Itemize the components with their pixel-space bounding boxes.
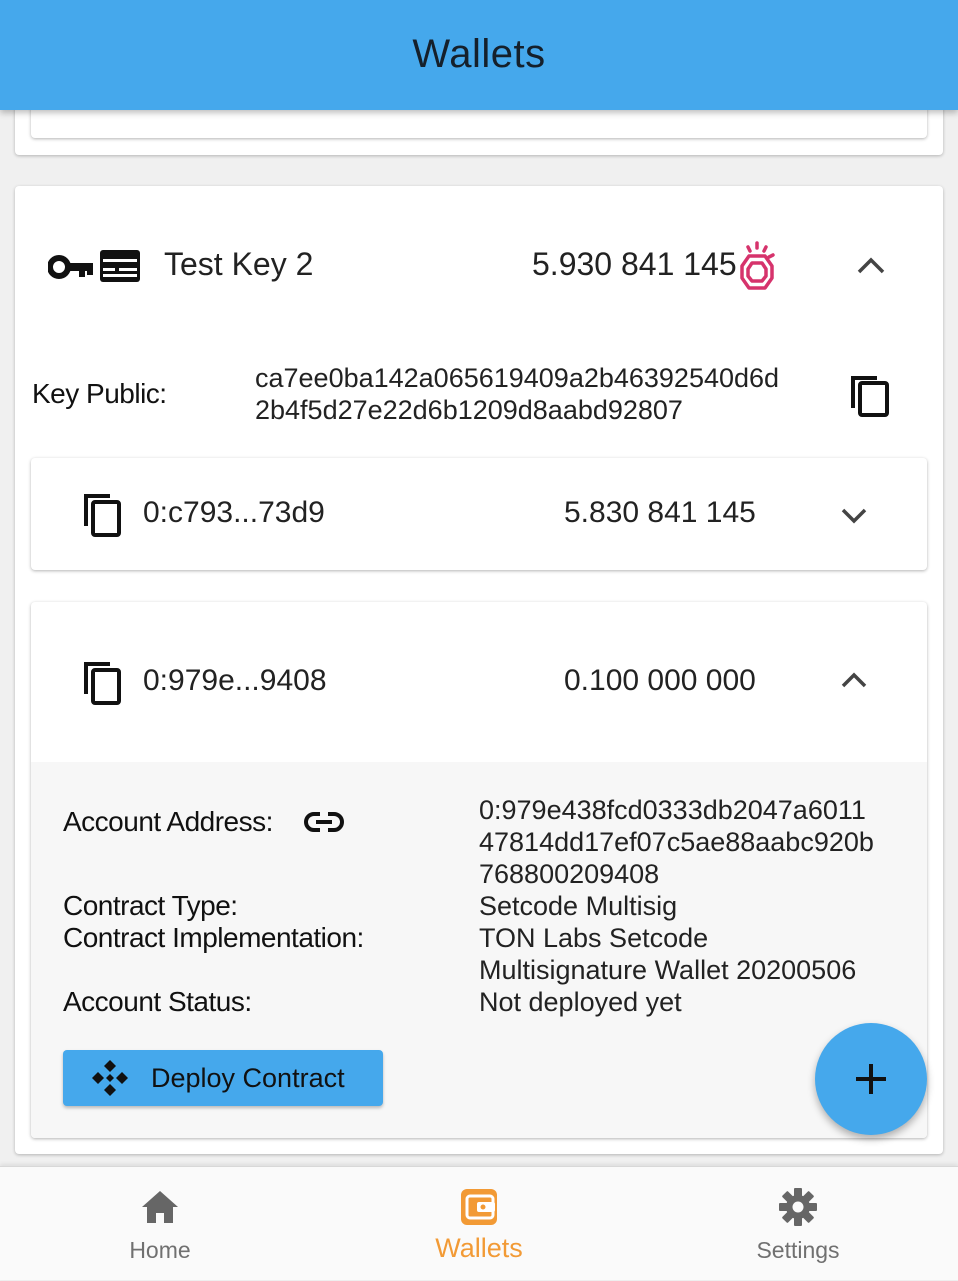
- nav-wallets-label: Wallets: [435, 1233, 523, 1263]
- account-address-line-1: 0:979e438fcd0333db2047a6011: [479, 795, 866, 825]
- deploy-contract-button[interactable]: Deploy Contract: [63, 1050, 383, 1106]
- gem-icon: [740, 241, 775, 290]
- account-address-line-3: 768800209408: [479, 859, 660, 889]
- chevron-up-icon[interactable]: [839, 670, 869, 692]
- copy-icon[interactable]: [81, 658, 123, 706]
- account-address-short: 0:979e...9408: [143, 664, 327, 697]
- copy-icon[interactable]: [847, 370, 891, 418]
- wallet-icon: [461, 1189, 497, 1225]
- nav-settings-label: Settings: [756, 1237, 840, 1263]
- contract-implementation-value: TON Labs Setcode Multisignature Wallet 2…: [479, 922, 856, 986]
- add-button[interactable]: [815, 1023, 927, 1135]
- app-bar: Wallets: [0, 0, 958, 110]
- account-balance: 0.100 000 000: [564, 664, 756, 697]
- contract-implementation-line-2: Multisignature Wallet 20200506: [479, 955, 857, 985]
- key-balance: 5.930 841 145: [532, 246, 737, 282]
- public-key-line-2: 2b4f5d27e22d6b1209d8aabd92807: [255, 395, 683, 425]
- account-row[interactable]: 0:c793...73d9 5.830 841 145: [31, 458, 927, 570]
- nav-wallets[interactable]: Wallets: [319, 1167, 639, 1281]
- bottom-navigation: Home Wallets Settings: [0, 1166, 958, 1280]
- account-details: Account Address: 0:979e438fcd0333db2047a…: [31, 762, 927, 1138]
- nav-home[interactable]: Home: [0, 1167, 320, 1281]
- contract-type-value: Setcode Multisig: [479, 891, 678, 921]
- account-balance: 5.830 841 145: [564, 496, 756, 529]
- page-title: Wallets: [412, 31, 546, 76]
- account-address-short: 0:c793...73d9: [143, 496, 325, 529]
- copy-icon[interactable]: [81, 490, 123, 538]
- key-icon: [48, 255, 93, 279]
- public-key-value: ca7ee0ba142a065619409a2b46392540d6d 2b4f…: [255, 362, 825, 426]
- public-key-label: Key Public:: [32, 378, 167, 409]
- key-name: Test Key 2: [164, 246, 314, 282]
- home-icon: [142, 1191, 178, 1223]
- link-icon[interactable]: [303, 808, 345, 836]
- deploy-contract-label: Deploy Contract: [151, 1063, 345, 1093]
- key-card: Test Key 2 5.930 841 145 Key Public: ca7…: [15, 186, 943, 1154]
- chevron-up-icon[interactable]: [853, 252, 889, 278]
- contract-implementation-label: Contract Implementation:: [63, 922, 364, 953]
- account-address-label: Account Address:: [63, 806, 273, 837]
- account-status-value: Not deployed yet: [479, 987, 682, 1017]
- nav-settings[interactable]: Settings: [638, 1167, 958, 1281]
- deploy-icon: [92, 1060, 128, 1096]
- public-key-line-1: ca7ee0ba142a065619409a2b46392540d6d: [255, 363, 780, 393]
- key-card-header[interactable]: Test Key 2 5.930 841 145: [15, 186, 943, 346]
- account-status-label: Account Status:: [63, 986, 252, 1017]
- credit-card-icon: [100, 250, 140, 282]
- nav-home-label: Home: [129, 1237, 191, 1263]
- plus-icon: [856, 1064, 886, 1094]
- account-address-full: 0:979e438fcd0333db2047a6011 47814dd17ef0…: [479, 794, 874, 890]
- contract-type-label: Contract Type:: [63, 890, 238, 921]
- account-address-line-2: 47814dd17ef07c5ae88aabc920b: [479, 827, 874, 857]
- contract-implementation-line-1: TON Labs Setcode: [479, 923, 709, 953]
- wallets-content: Test Key 2 5.930 841 145 Key Public: ca7…: [0, 0, 958, 1165]
- gear-icon: [779, 1188, 817, 1226]
- chevron-down-icon[interactable]: [839, 504, 869, 526]
- account-row: 0:979e...9408 0.100 000 000 Account Addr…: [31, 602, 927, 1138]
